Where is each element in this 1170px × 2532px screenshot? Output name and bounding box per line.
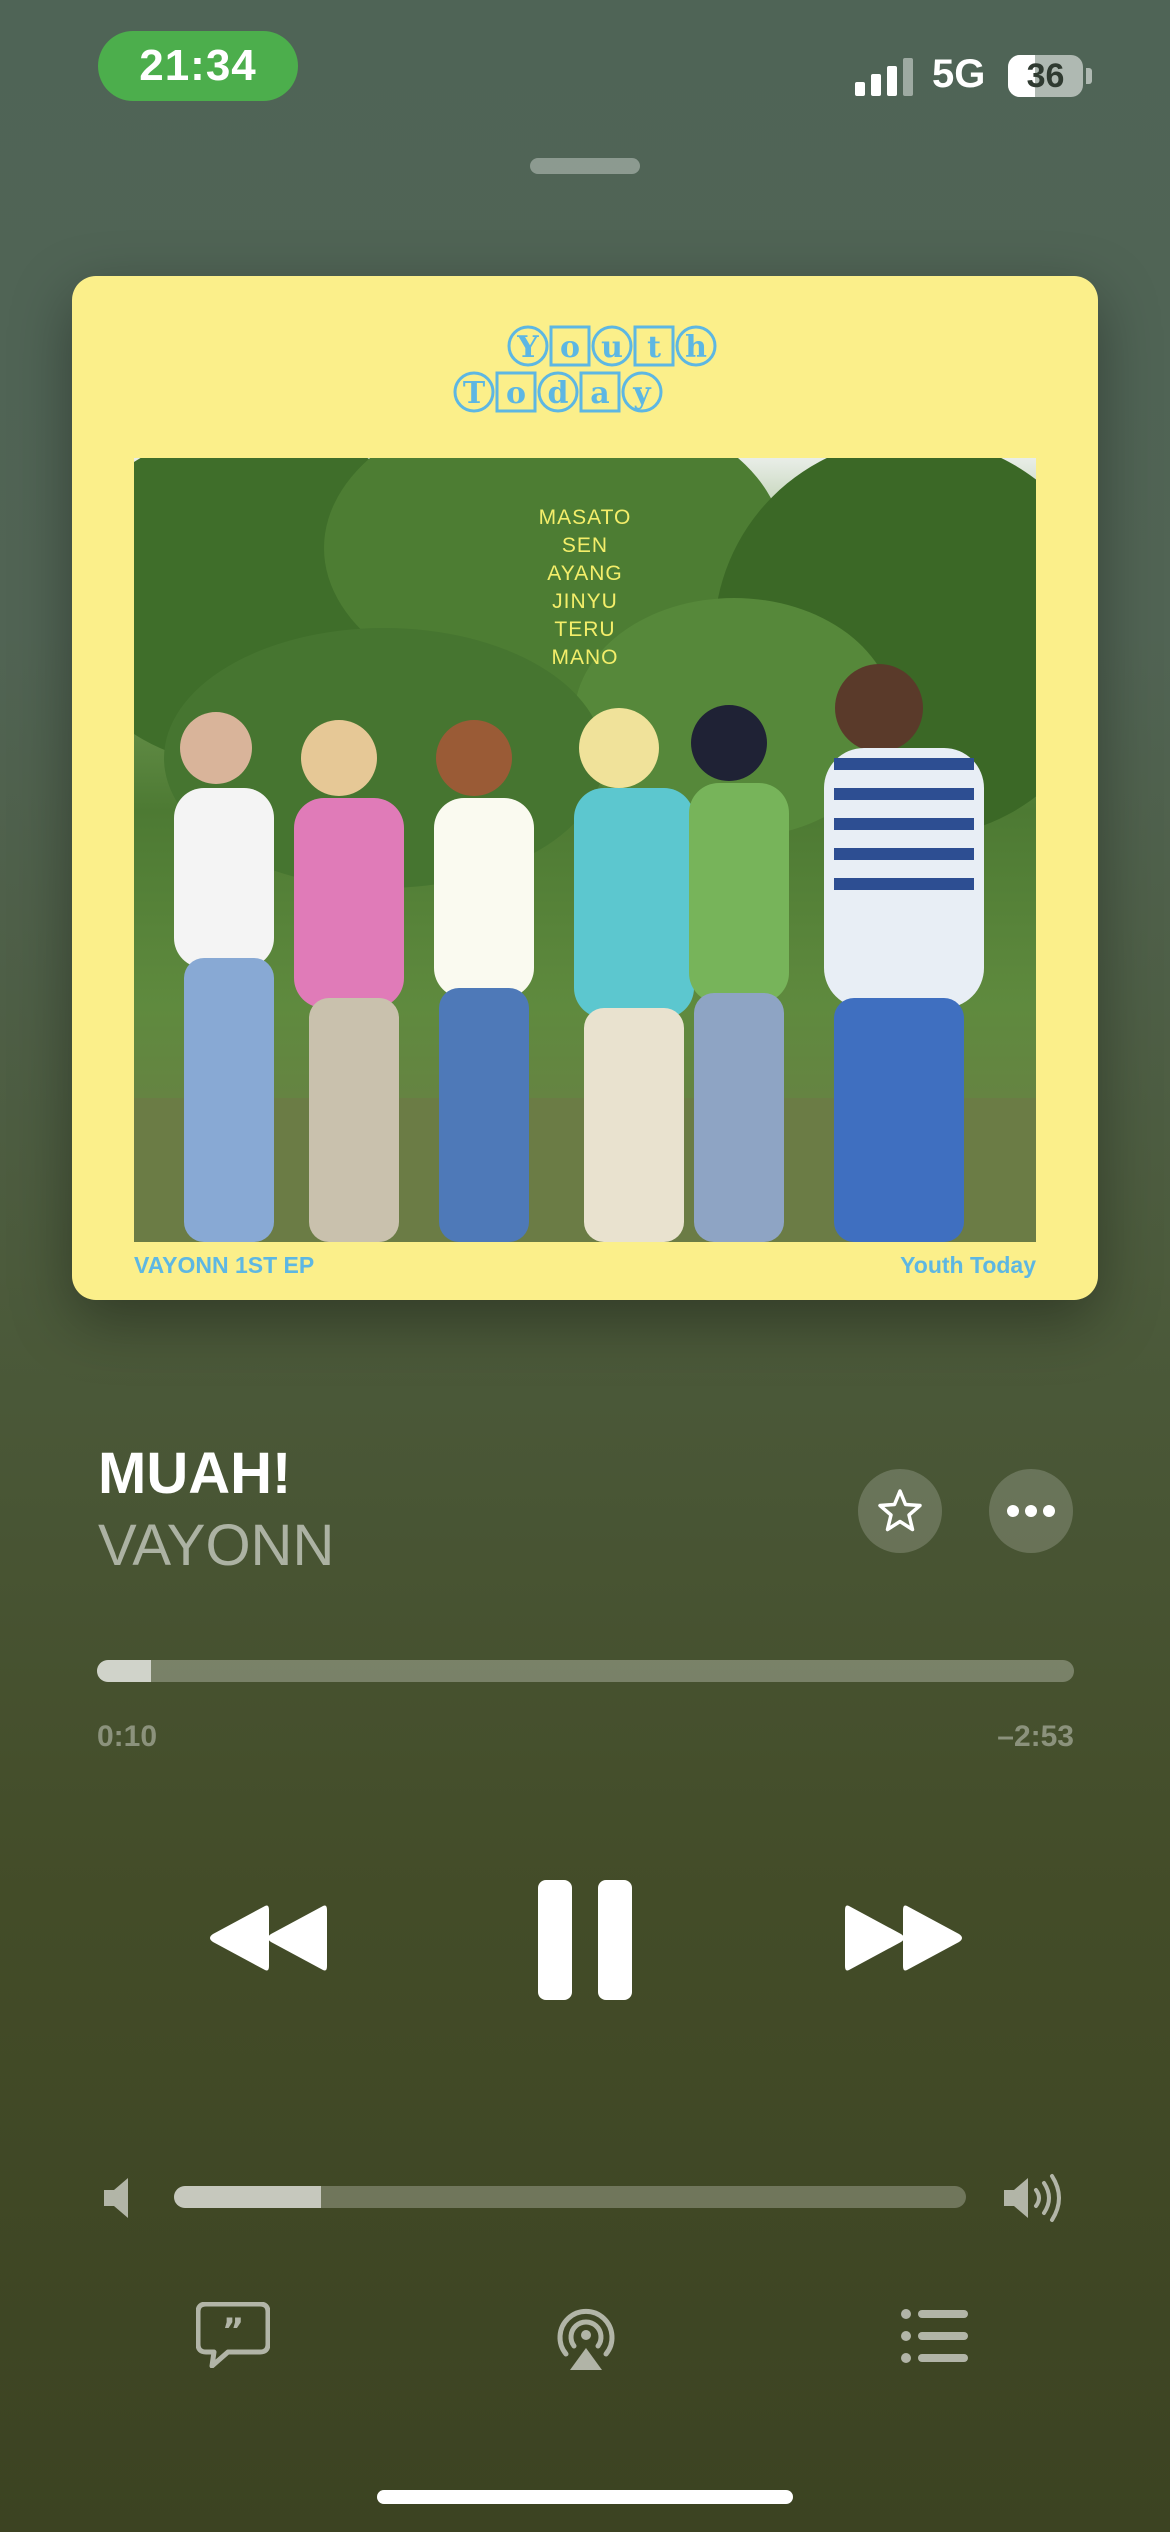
logo-letter: h	[685, 330, 707, 365]
member-name: MANO	[551, 646, 619, 669]
member-names: MASATO SEN AYANG JINYU TERU MANO	[134, 504, 1036, 672]
album-footer-left: VAYONN 1ST EP	[134, 1252, 315, 1278]
elapsed-time: 0:10	[97, 1720, 158, 1753]
playback-progress-fill	[97, 1660, 151, 1682]
remaining-time: –2:53	[997, 1720, 1074, 1753]
star-icon	[878, 1489, 922, 1532]
artist-name[interactable]: VAYONN	[98, 1512, 334, 1579]
speaker-high-icon	[1004, 2174, 1061, 2222]
logo-letter: t	[647, 330, 661, 365]
logo-letter: o	[560, 330, 580, 365]
more-options-button[interactable]	[989, 1469, 1073, 1553]
member-name: AYANG	[547, 562, 623, 585]
battery-indicator: 36	[1008, 55, 1083, 97]
home-indicator[interactable]	[377, 2490, 793, 2504]
volume-level-fill	[174, 2186, 321, 2208]
logo-letter: T	[463, 376, 486, 411]
member-name: TERU	[554, 618, 616, 641]
battery-nub	[1086, 68, 1092, 84]
logo-letter: u	[601, 330, 623, 365]
logo-letter: Y	[516, 330, 539, 365]
member-name: MASATO	[538, 506, 632, 529]
logo-letter: y	[632, 376, 652, 411]
album-artwork: Youth Today MASATO SEN AYANG JINYU TERU …	[72, 276, 1098, 1300]
network-type: 5G	[932, 52, 986, 96]
speaker-low-icon	[104, 2178, 128, 2218]
logo-letter: a	[590, 376, 609, 411]
member-name: SEN	[561, 534, 609, 557]
fast-forward-icon[interactable]	[843, 1902, 969, 1974]
album-logo: Youth Today	[453, 325, 717, 413]
queue-list-icon[interactable]	[900, 2308, 970, 2364]
airplay-icon[interactable]	[550, 2302, 622, 2374]
member-name: JINYU	[552, 590, 618, 613]
album-footer-right: Youth Today	[900, 1252, 1036, 1278]
logo-letter: o	[506, 376, 526, 411]
cellular-signal-icon	[855, 58, 913, 96]
svg-text:”: ”	[222, 2311, 244, 2351]
battery-percent: 36	[1026, 56, 1065, 95]
logo-letter: d	[548, 376, 569, 411]
rewind-icon[interactable]	[203, 1902, 329, 1974]
song-title: MUAH!	[98, 1441, 292, 1506]
lyrics-quote-bubble-icon[interactable]: ”	[196, 2302, 270, 2368]
pause-icon[interactable]	[538, 1880, 632, 2000]
favorite-button[interactable]	[858, 1469, 942, 1553]
volume-slider[interactable]	[174, 2186, 966, 2208]
playback-scrubber[interactable]	[97, 1660, 1074, 1682]
sheet-grabber[interactable]	[530, 158, 640, 174]
album-photo: MASATO SEN AYANG JINYU TERU MANO	[134, 458, 1036, 1242]
ellipsis-icon	[1007, 1505, 1055, 1517]
status-time: 21:34	[98, 31, 298, 101]
